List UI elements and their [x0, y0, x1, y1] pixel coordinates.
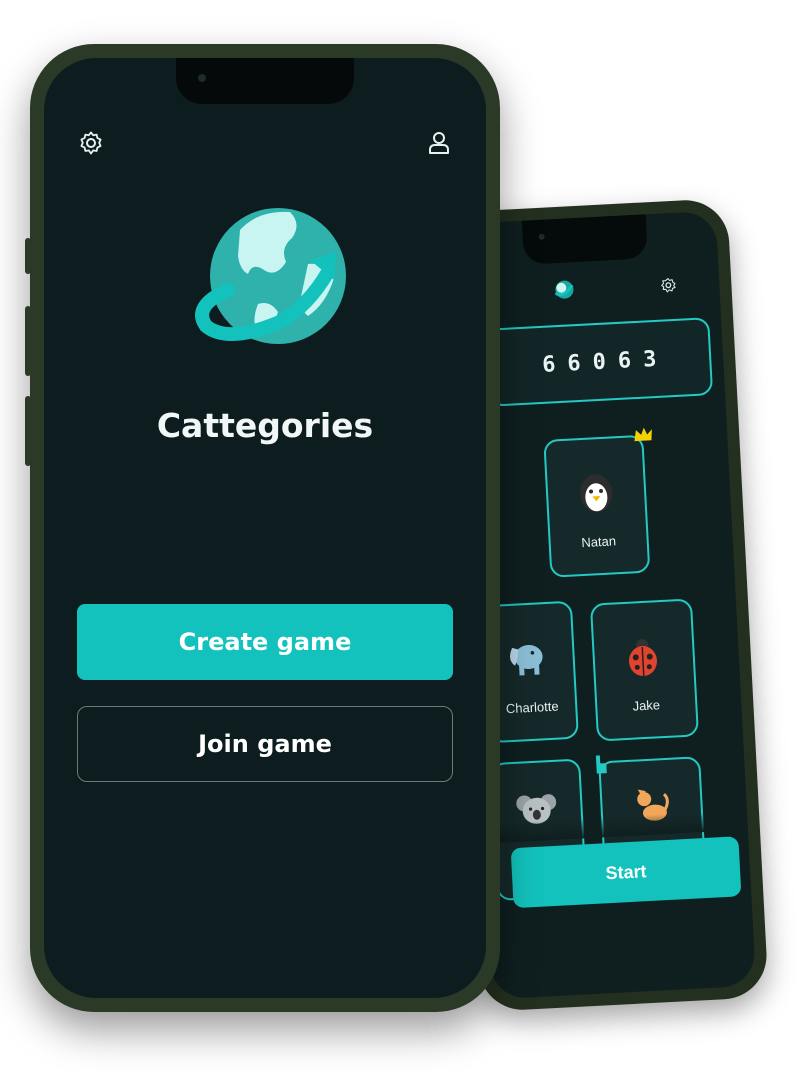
notch — [521, 214, 648, 265]
start-button[interactable]: Start — [510, 836, 742, 909]
penguin-icon — [580, 474, 613, 513]
room-code-digit: 6 — [566, 350, 582, 377]
player-name: Charlotte — [505, 698, 559, 717]
player-card-host: Natan — [543, 434, 651, 578]
join-game-button[interactable]: Join game — [77, 706, 453, 782]
player-card: Jake — [589, 598, 699, 742]
camera — [198, 74, 206, 82]
pointing-hand-icon — [595, 755, 607, 774]
mute-switch — [25, 238, 31, 274]
elephant-icon — [510, 645, 543, 676]
globe-arrow-logo — [195, 208, 346, 344]
gear-icon[interactable] — [78, 130, 104, 156]
volume-up-button — [25, 306, 31, 376]
gear-icon[interactable] — [660, 277, 677, 294]
room-code-display: 6 6 0 6 3 — [485, 317, 714, 407]
room-code-digit: 0 — [592, 349, 607, 375]
ladybug-icon — [628, 639, 657, 677]
notch — [176, 58, 354, 104]
create-game-button[interactable]: Create game — [77, 604, 453, 680]
room-code-digit: 3 — [642, 346, 657, 373]
camera — [538, 233, 545, 240]
room-code-digit: 6 — [617, 347, 632, 374]
primary-phone-mockup: Cattegories Create game Join game — [25, 44, 500, 1012]
player-name: Jake — [632, 697, 661, 714]
room-code-digit: 6 — [541, 351, 557, 378]
globe-logo-icon — [554, 280, 574, 299]
crown-icon — [634, 427, 652, 442]
home-screen: Cattegories Create game Join game — [44, 58, 486, 998]
app-title: Cattegories — [156, 406, 374, 445]
volume-down-button — [25, 396, 31, 466]
player-name: Natan — [580, 533, 617, 551]
user-icon[interactable] — [426, 130, 452, 156]
